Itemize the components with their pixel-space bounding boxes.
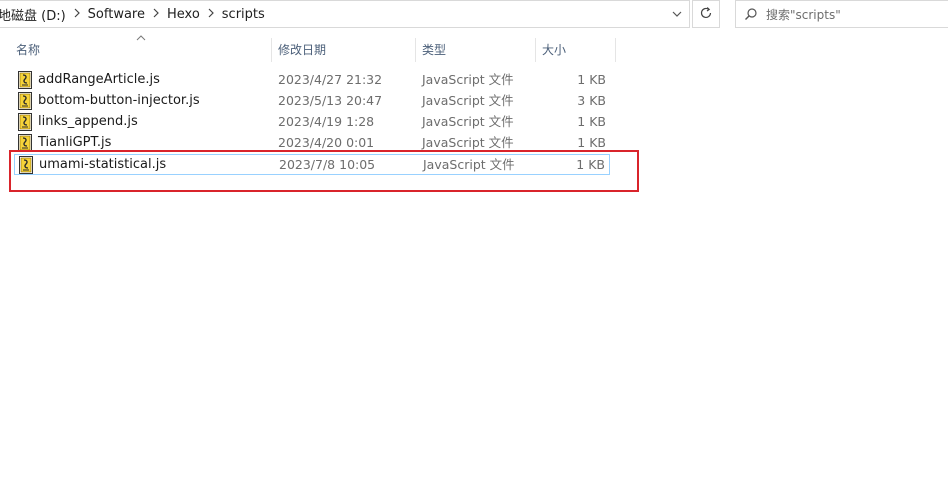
table-row-selected[interactable]: umami-statistical.js 2023/7/8 10:05 Java… [14, 154, 610, 175]
search-icon [736, 1, 766, 27]
address-bar: 地磁盘 (D:) Software Hexo scripts 搜索"script… [0, 0, 948, 30]
javascript-file-icon [17, 92, 33, 110]
file-name: bottom-button-injector.js [38, 93, 200, 108]
file-size: 3 KB [577, 93, 606, 108]
chevron-right-icon[interactable] [66, 8, 88, 21]
file-type: JavaScript 文件 [422, 72, 514, 87]
javascript-file-icon [18, 156, 34, 174]
breadcrumb-software[interactable]: Software [88, 7, 145, 22]
search-placeholder: 搜索"scripts" [766, 7, 841, 22]
file-date: 2023/4/19 1:28 [278, 114, 375, 129]
file-name: TianliGPT.js [38, 135, 112, 150]
chevron-right-icon[interactable] [145, 8, 167, 21]
file-type: JavaScript 文件 [422, 135, 514, 150]
breadcrumb[interactable]: 地磁盘 (D:) Software Hexo scripts [0, 0, 690, 28]
file-date: 2023/7/8 10:05 [279, 157, 376, 172]
file-date: 2023/5/13 20:47 [278, 93, 383, 108]
file-date: 2023/4/27 21:32 [278, 72, 383, 87]
breadcrumb-drive[interactable]: 地磁盘 (D:) [0, 5, 66, 24]
javascript-file-icon [17, 134, 33, 152]
file-size: 1 KB [577, 114, 606, 129]
file-name: addRangeArticle.js [38, 72, 160, 87]
column-header-row: 名称 修改日期 类型 大小 [0, 38, 948, 62]
table-row[interactable]: addRangeArticle.js 2023/4/27 21:32 JavaS… [14, 70, 610, 91]
chevron-down-icon[interactable] [664, 1, 690, 27]
chevron-right-icon[interactable] [200, 8, 222, 21]
refresh-button[interactable] [692, 0, 720, 28]
file-size: 1 KB [577, 72, 606, 87]
column-header-type[interactable]: 类型 [416, 38, 536, 62]
column-header-date[interactable]: 修改日期 [272, 38, 416, 62]
javascript-file-icon [17, 113, 33, 131]
breadcrumb-hexo[interactable]: Hexo [167, 7, 200, 22]
file-type: JavaScript 文件 [422, 93, 514, 108]
search-input[interactable]: 搜索"scripts" [735, 0, 948, 28]
file-type: JavaScript 文件 [423, 157, 515, 172]
column-header-name[interactable]: 名称 [10, 38, 272, 62]
column-header-size[interactable]: 大小 [536, 38, 616, 62]
file-size: 1 KB [576, 157, 605, 172]
file-name: links_append.js [38, 114, 138, 129]
file-size: 1 KB [577, 135, 606, 150]
javascript-file-icon [17, 71, 33, 89]
file-type: JavaScript 文件 [422, 114, 514, 129]
breadcrumb-scripts[interactable]: scripts [222, 7, 265, 22]
table-row[interactable]: bottom-button-injector.js 2023/5/13 20:4… [14, 91, 610, 112]
table-row[interactable]: TianliGPT.js 2023/4/20 0:01 JavaScript 文… [14, 133, 610, 154]
file-name: umami-statistical.js [39, 157, 167, 172]
table-row[interactable]: links_append.js 2023/4/19 1:28 JavaScrip… [14, 112, 610, 133]
file-date: 2023/4/20 0:01 [278, 135, 375, 150]
refresh-icon [699, 5, 713, 24]
